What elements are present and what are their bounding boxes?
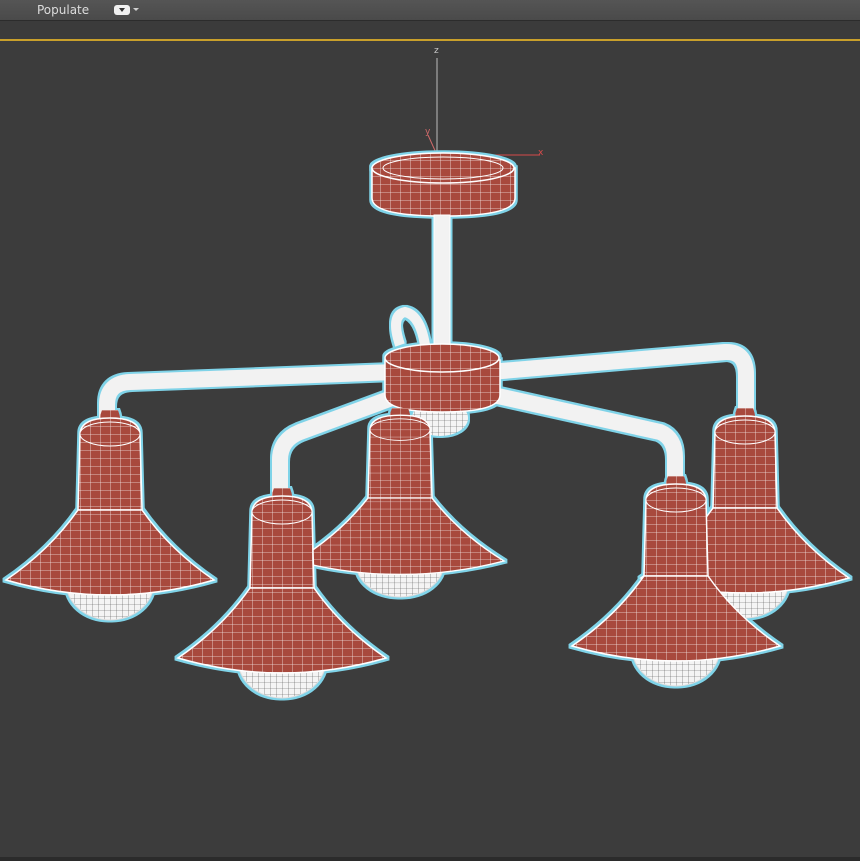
- ceiling-canopy[interactable]: [371, 152, 516, 217]
- lamp-back-center[interactable]: [295, 407, 505, 598]
- stem-rod[interactable]: [433, 214, 451, 356]
- gizmo-x-label: x: [538, 148, 544, 158]
- back-hook[interactable]: [391, 306, 430, 347]
- chandelier-model[interactable]: [5, 152, 850, 699]
- axis-gizmo: z y x: [425, 46, 544, 158]
- viewport-scene[interactable]: z y x: [0, 0, 860, 861]
- lamp-left[interactable]: [5, 409, 215, 621]
- gizmo-z-label: z: [434, 46, 439, 56]
- gizmo-y-label: y: [425, 127, 431, 137]
